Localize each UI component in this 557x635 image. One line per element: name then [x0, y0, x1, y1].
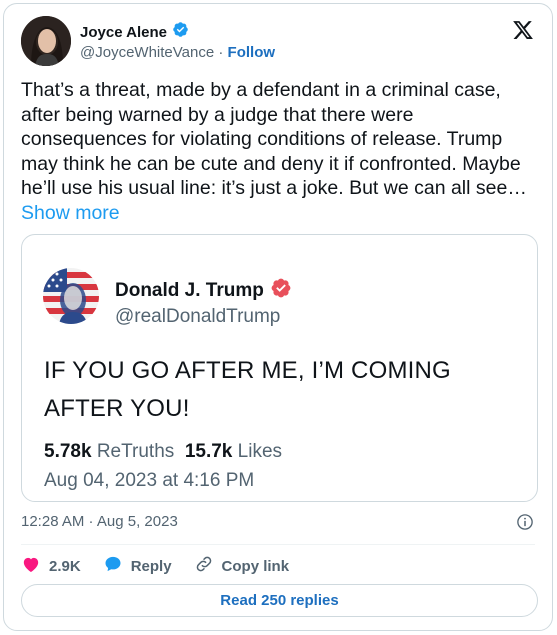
retruths-count: 5.78k — [44, 441, 92, 462]
truth-verified-badge-icon — [270, 277, 292, 304]
link-icon — [194, 554, 214, 578]
reply-label: Reply — [130, 557, 172, 575]
quoted-author-avatar — [43, 268, 99, 324]
copy-link-button[interactable]: Copy link — [194, 554, 290, 578]
embedded-tweet-card: Joyce Alene @JoyceWhiteVance · Follow Th… — [3, 3, 553, 631]
x-logo-icon[interactable] — [512, 19, 534, 41]
tweet-timestamp[interactable]: 12:28 AM · Aug 5, 2023 — [21, 513, 178, 530]
follow-button[interactable]: Follow — [228, 44, 276, 61]
heart-icon — [21, 554, 41, 578]
separator-dot: · — [218, 44, 224, 61]
info-icon[interactable] — [516, 513, 534, 531]
like-count: 2.9K — [49, 557, 81, 575]
author-name[interactable]: Joyce Alene — [80, 24, 167, 41]
tweet-text: That’s a threat, made by a defendant in … — [21, 78, 541, 226]
read-replies-button[interactable]: Read 250 replies — [21, 584, 538, 617]
author-handle[interactable]: @JoyceWhiteVance — [80, 44, 214, 61]
reply-button[interactable]: Reply — [103, 554, 172, 578]
reply-bubble-icon — [103, 554, 123, 578]
quoted-post-stats: 5.78k ReTruths 15.7k Likes — [44, 441, 282, 463]
tweet-body: That’s a threat, made by a defendant in … — [21, 79, 527, 200]
quoted-post-date: Aug 04, 2023 at 4:16 PM — [44, 470, 255, 491]
divider — [21, 544, 535, 545]
quoted-post-image[interactable]: Donald J. Trump @realDonaldTrump IF YOU … — [21, 234, 538, 502]
retruths-label: ReTruths — [96, 441, 175, 462]
copy-link-label: Copy link — [221, 557, 290, 575]
quoted-likes-label: Likes — [237, 441, 283, 462]
quoted-author-name: Donald J. Trump — [115, 279, 264, 301]
author-avatar[interactable] — [21, 16, 71, 66]
verified-badge-icon — [172, 21, 189, 43]
show-more-link[interactable]: Show more — [21, 202, 120, 224]
quoted-likes-count: 15.7k — [184, 441, 233, 462]
quoted-post-text: IF YOU GO AFTER ME, I’M COMING AFTER YOU… — [44, 357, 451, 422]
action-bar: 2.9K Reply Copy link — [21, 553, 289, 579]
like-button[interactable]: 2.9K — [21, 554, 81, 578]
quoted-author-handle: @realDonaldTrump — [115, 306, 281, 327]
